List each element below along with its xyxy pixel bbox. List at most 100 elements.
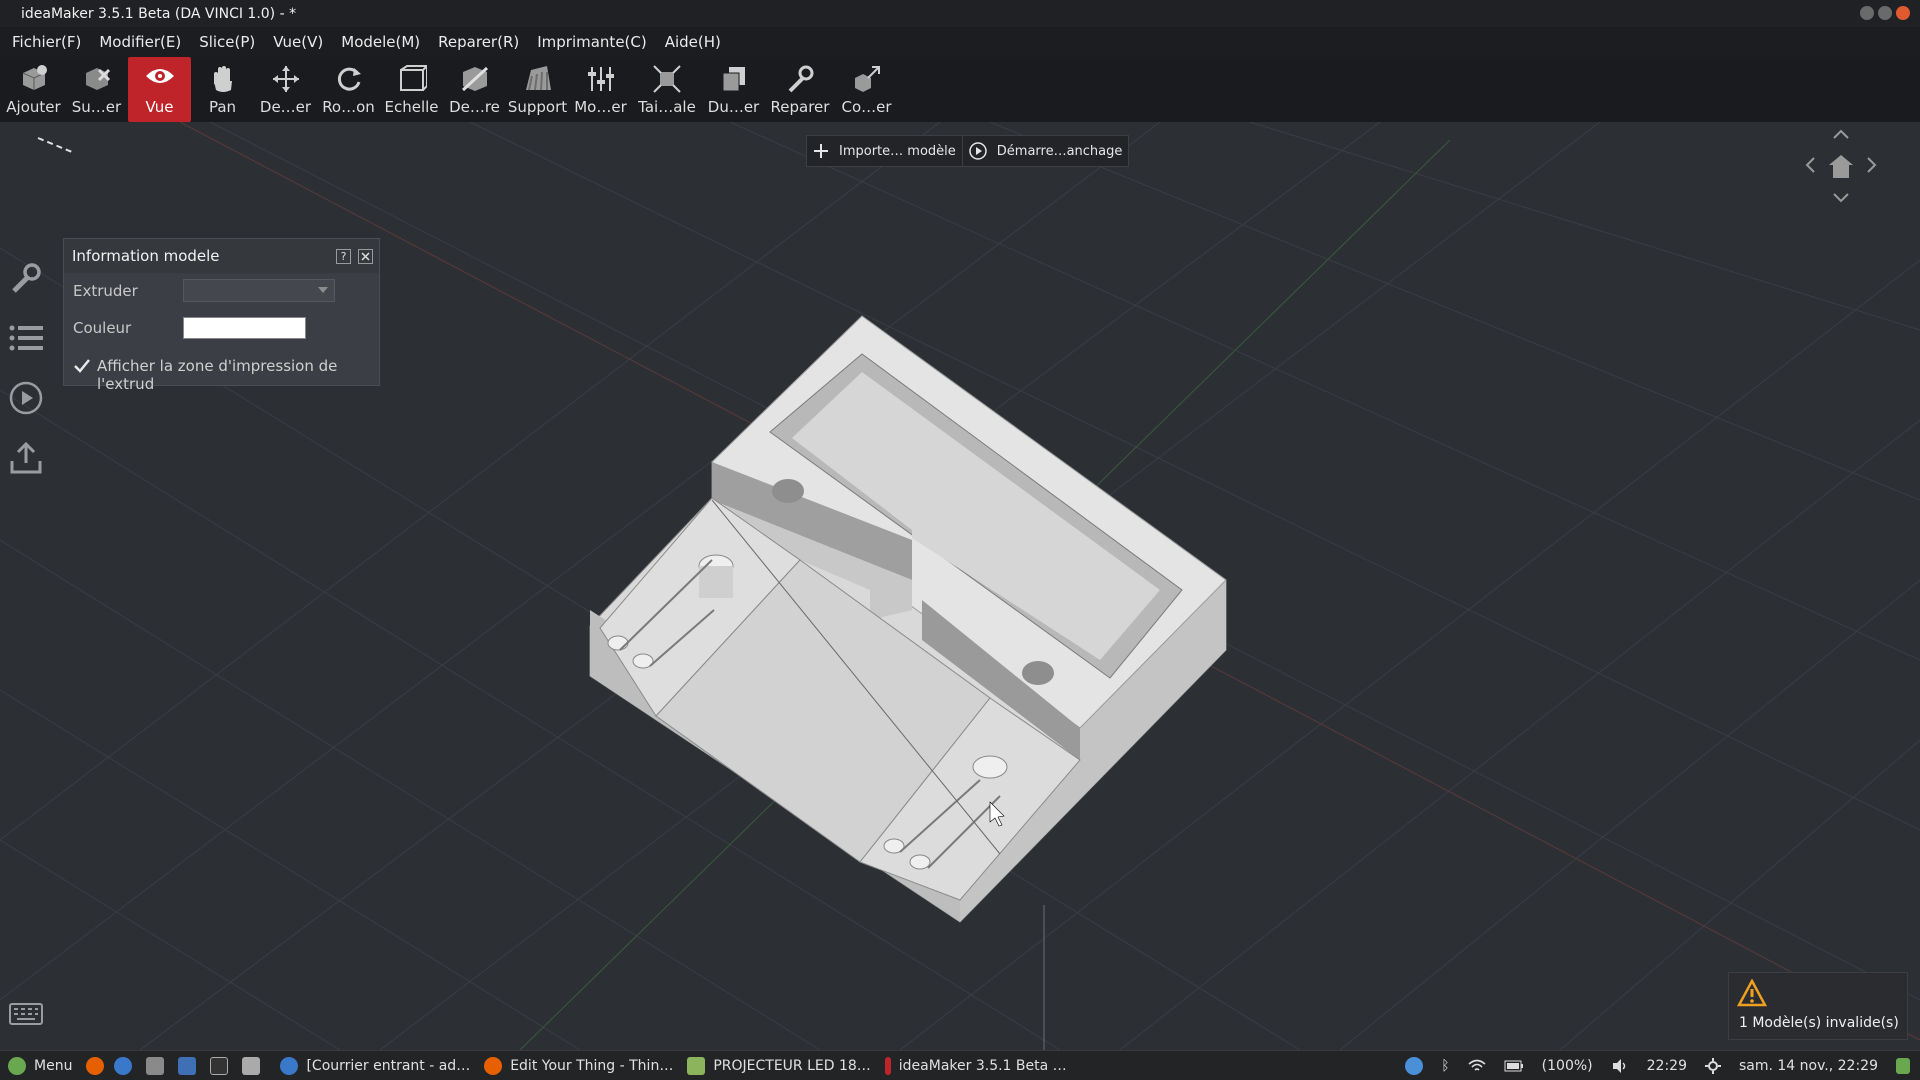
tool-label: Ajouter [6,98,61,116]
tool-label: De…re [449,98,500,116]
menu-imprimante[interactable]: Imprimante(C) [537,33,647,51]
import-model-button[interactable]: Importe… modèle [807,136,962,166]
tool-label: Du…er [707,98,760,116]
battery-percent: (100%) [1541,1058,1593,1074]
settings-wrench-button[interactable] [8,260,44,296]
export-button[interactable]: Co…er [835,57,898,122]
menu-modifier[interactable]: Modifier(E) [99,33,181,51]
chevron-right-icon[interactable] [1867,157,1877,173]
duplicate-button[interactable]: Du…er [702,57,765,122]
move-button[interactable]: De…er [254,57,317,122]
upload-button[interactable] [8,440,44,476]
terminal-icon[interactable] [210,1056,229,1075]
tool-label: Ro…on [322,98,375,116]
plus-icon [814,144,828,158]
ideamaker-icon [884,1056,891,1075]
help-icon: ? [340,250,347,263]
warning-icon [1737,979,1767,1007]
menu-vue[interactable]: Vue(V) [273,33,323,51]
panel-close-button[interactable] [358,249,373,264]
left-sidebar [8,260,44,500]
rotate-button[interactable]: Ro…on [317,57,380,122]
window-label: ideaMaker 3.5.1 Beta … [898,1057,1067,1074]
repair-button[interactable]: Reparer [765,57,835,122]
tool-label: Reparer [770,98,830,116]
close-button[interactable] [1896,6,1910,20]
minimize-button[interactable] [1860,6,1874,20]
mint-logo-icon [8,1056,26,1075]
start-slicing-button[interactable]: Démarre…anchage [961,136,1129,166]
thunderbird-icon[interactable] [114,1056,133,1075]
volume-icon[interactable] [1611,1058,1629,1074]
close-icon [361,252,370,261]
title-bar: ideaMaker 3.5.1 Beta (DA VINCI 1.0) - * [0,0,1920,27]
taskbar-window-mail[interactable]: [Courrier entrant - ad… [280,1056,470,1075]
chevron-down-icon [318,287,328,293]
system-monitor-icon[interactable] [178,1056,197,1075]
pan-button[interactable]: Pan [191,57,254,122]
preview-play-button[interactable] [8,380,44,416]
upload-icon [10,441,42,474]
start-menu-button[interactable]: Menu [8,1056,72,1075]
modifier-icon [587,67,614,91]
system-taskbar: Menu [Courrier entrant - ad… Edit Your T… [0,1050,1920,1080]
folder-icon [687,1056,706,1075]
support-icon [525,66,551,91]
add-model-icon [22,65,47,90]
modifier-button[interactable]: Mo…er [569,57,632,122]
chevron-up-icon[interactable] [1833,129,1849,139]
add-button[interactable]: Ajouter [2,57,65,122]
start-slicing-label: Démarre…anchage [996,143,1123,159]
menu-slice[interactable]: Slice(P) [199,33,255,51]
model-info-panel: Information modele ? Extruder Couleur Af… [63,238,380,393]
window-label: Edit Your Thing - Thin… [510,1057,674,1074]
cut-button[interactable]: De…re [443,57,506,122]
maximize-button[interactable] [1878,6,1892,20]
file-manager-icon[interactable] [146,1056,165,1075]
tool-label: Su…er [71,98,122,116]
app-window: ideaMaker 3.5.1 Beta (DA VINCI 1.0) - * … [0,0,1920,1080]
home-icon[interactable] [1827,153,1855,179]
taskbar-window-browser[interactable]: Edit Your Thing - Thin… [484,1056,674,1075]
chevron-left-icon[interactable] [1805,157,1815,173]
menu-aide[interactable]: Aide(H) [665,33,721,51]
taskbar-window-ideamaker[interactable]: ideaMaker 3.5.1 Beta … [884,1056,1067,1075]
camera-navigation [1795,125,1885,210]
menu-modele[interactable]: Modele(M) [341,33,420,51]
panel-title: Information modele [72,247,220,265]
show-desktop-icon[interactable] [1896,1058,1910,1074]
delete-model-icon [85,68,110,90]
battery-icon[interactable] [1504,1060,1524,1072]
help-button[interactable]: ? [336,249,351,264]
network-globe-icon[interactable] [1405,1057,1424,1075]
taskbar-window-folder[interactable]: PROJECTEUR LED 18… [687,1056,871,1075]
model-list-button[interactable] [8,320,44,356]
window-label: PROJECTEUR LED 18… [713,1057,871,1074]
eye-icon [145,69,174,83]
support-button[interactable]: Support [506,57,569,122]
tool-label: De…er [259,98,312,116]
fit-size-button[interactable]: Tai…ale [632,57,702,122]
wifi-icon[interactable] [1468,1059,1486,1073]
color-swatch[interactable] [183,317,306,339]
menu-bar: Fichier(F) Modifier(E) Slice(P) Vue(V) M… [0,27,1920,57]
view-button[interactable]: Vue [128,57,191,122]
calculator-icon[interactable] [242,1056,261,1075]
extruder-select[interactable] [183,279,335,302]
menu-reparer[interactable]: Reparer(R) [438,33,519,51]
viewport-quick-actions: Importe… modèle Démarre…anchage [806,135,1130,167]
firefox-icon[interactable] [86,1056,105,1075]
menu-fichier[interactable]: Fichier(F) [12,33,81,51]
chevron-down-icon[interactable] [1833,193,1849,203]
show-zone-checkbox[interactable] [73,357,91,375]
invalid-model-notice[interactable]: 1 Modèle(s) invalide(s) [1728,972,1908,1040]
bluetooth-icon[interactable]: ᛒ [1441,1058,1449,1074]
clock-datetime[interactable]: sam. 14 nov., 22:29 [1739,1058,1878,1074]
scale-button[interactable]: Echelle [380,57,443,122]
export-icon [854,66,880,92]
updates-gear-icon[interactable] [1704,1058,1721,1074]
delete-button[interactable]: Su…er [65,57,128,122]
keyboard-icon[interactable] [9,1003,43,1025]
clock-time[interactable]: 22:29 [1647,1058,1687,1074]
cut-icon [461,66,488,92]
